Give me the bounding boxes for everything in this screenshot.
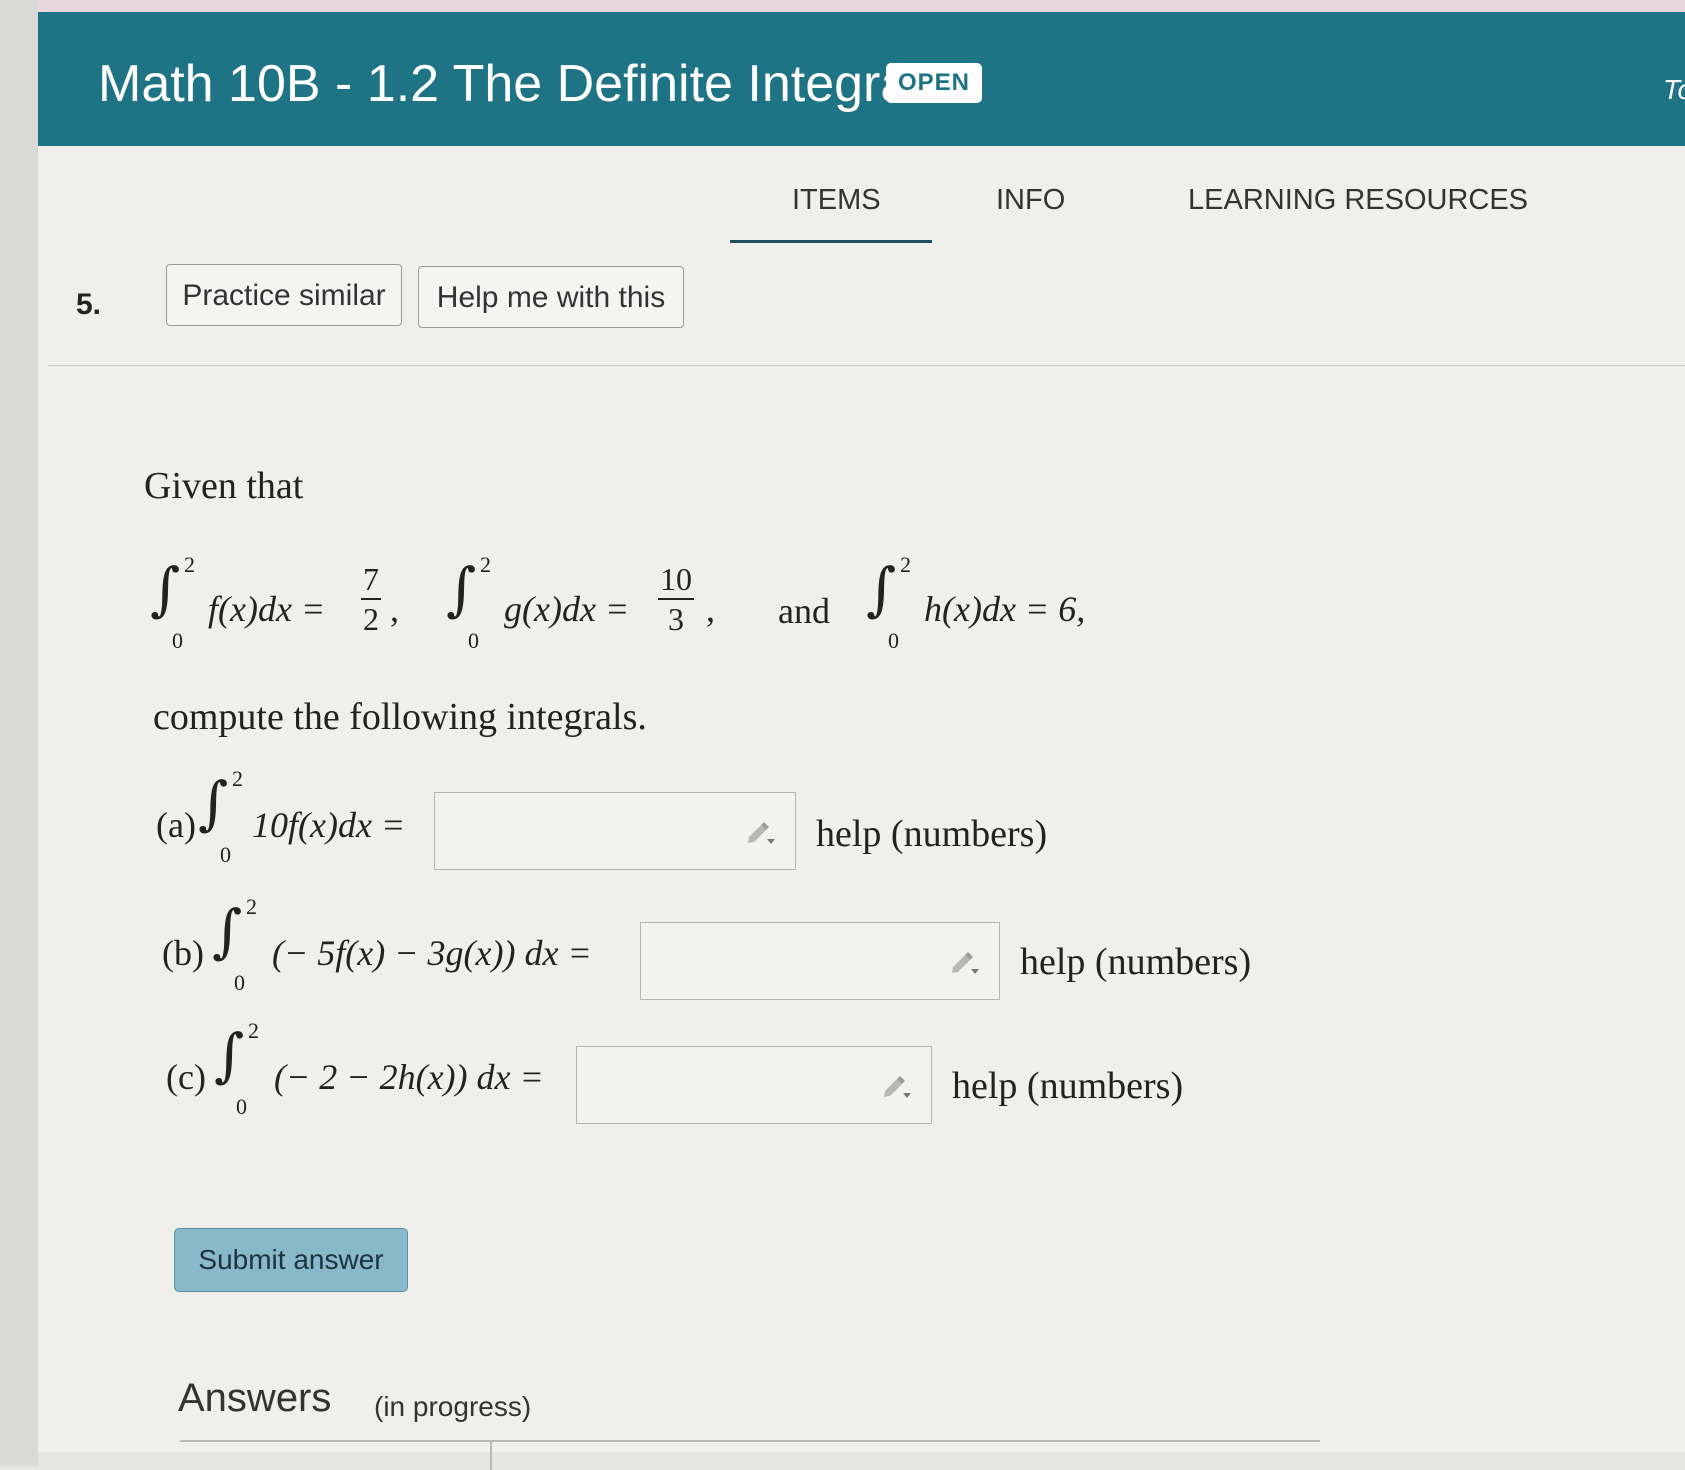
- section-divider: [48, 365, 1685, 366]
- help-link-a[interactable]: help (numbers): [816, 812, 1047, 856]
- help-link-b[interactable]: help (numbers): [1020, 940, 1251, 984]
- part-b-expression: (− 5f(x) − 3g(x)) dx =: [272, 933, 592, 973]
- pencil-icon[interactable]: [881, 1071, 913, 1101]
- open-status-badge: OPEN: [886, 63, 983, 103]
- integral-sign-icon: ∫: [214, 1021, 245, 1089]
- assignment-header: Math 10B - 1.2 The Definite Integral OPE…: [38, 12, 1685, 146]
- left-margin: [0, 0, 38, 1466]
- and-text: and: [778, 591, 830, 631]
- integral-sign-icon: ∫: [212, 897, 243, 965]
- tab-bar: ITEMS INFO LEARNING RESOURCES: [38, 184, 1685, 244]
- lower-limit: 0: [220, 842, 231, 867]
- lower-limit: 0: [172, 628, 183, 653]
- lower-limit: 0: [234, 970, 245, 995]
- given-intro: Given that: [144, 465, 304, 507]
- lower-limit: 0: [236, 1094, 247, 1119]
- separator: ,: [706, 589, 715, 629]
- part-c-expression: (− 2 − 2h(x)) dx =: [274, 1057, 544, 1097]
- integral-sign-icon: ∫: [198, 769, 229, 837]
- tab-info[interactable]: INFO: [996, 184, 1065, 217]
- integral-sign-icon: ∫: [150, 555, 181, 623]
- part-label: (a): [156, 805, 196, 845]
- integral-sign-icon: ∫: [866, 555, 897, 623]
- truncated-header-text: To: [1663, 74, 1685, 105]
- tab-learning-resources[interactable]: LEARNING RESOURCES: [1188, 184, 1528, 217]
- part-label: (b): [162, 933, 204, 973]
- browser-top-edge: [0, 0, 1685, 12]
- pencil-icon[interactable]: [949, 947, 981, 977]
- answer-input-b[interactable]: [640, 922, 1000, 1000]
- f-denominator: 2: [363, 601, 379, 637]
- upper-limit: 2: [246, 894, 257, 919]
- answers-heading: Answers: [178, 1376, 332, 1420]
- f-numerator: 7: [361, 560, 381, 600]
- submit-answer-button[interactable]: Submit answer: [174, 1228, 408, 1292]
- help-me-button[interactable]: Help me with this: [418, 266, 684, 328]
- f-integrand: f(x)dx =: [208, 589, 326, 629]
- answer-input-c[interactable]: [576, 1046, 932, 1124]
- answers-status: (in progress): [374, 1391, 532, 1422]
- part-a-expression: 10f(x)dx =: [252, 805, 406, 845]
- lower-limit: 0: [468, 628, 479, 653]
- practice-similar-button[interactable]: Practice similar: [166, 264, 402, 326]
- assignment-page: Math 10B - 1.2 The Definite Integral OPE…: [38, 12, 1685, 1470]
- lower-limit: 0: [888, 628, 899, 653]
- h-integrand: h(x)dx = 6,: [924, 589, 1086, 629]
- instruction-text: compute the following integrals.: [153, 696, 647, 738]
- upper-limit: 2: [900, 552, 911, 577]
- active-tab-indicator: [730, 240, 932, 243]
- g-integrand: g(x)dx =: [504, 589, 630, 629]
- upper-limit: 2: [232, 766, 243, 791]
- g-denominator: 3: [668, 601, 684, 637]
- answer-input-a[interactable]: [434, 792, 796, 870]
- tab-items[interactable]: ITEMS: [792, 184, 881, 217]
- integral-sign-icon: ∫: [446, 555, 477, 623]
- upper-limit: 2: [184, 552, 195, 577]
- answers-table-border: [180, 1440, 1320, 1442]
- g-value-fraction: 10 3: [658, 560, 694, 638]
- help-link-c[interactable]: help (numbers): [952, 1064, 1183, 1108]
- pencil-icon[interactable]: [745, 817, 777, 847]
- f-value-fraction: 7 2: [361, 560, 381, 638]
- g-numerator: 10: [658, 560, 694, 600]
- part-label: (c): [166, 1057, 206, 1097]
- upper-limit: 2: [248, 1018, 259, 1043]
- assignment-title: Math 10B - 1.2 The Definite Integral: [98, 55, 921, 113]
- question-number: 5.: [76, 288, 102, 321]
- upper-limit: 2: [480, 552, 491, 577]
- separator: ,: [390, 589, 399, 629]
